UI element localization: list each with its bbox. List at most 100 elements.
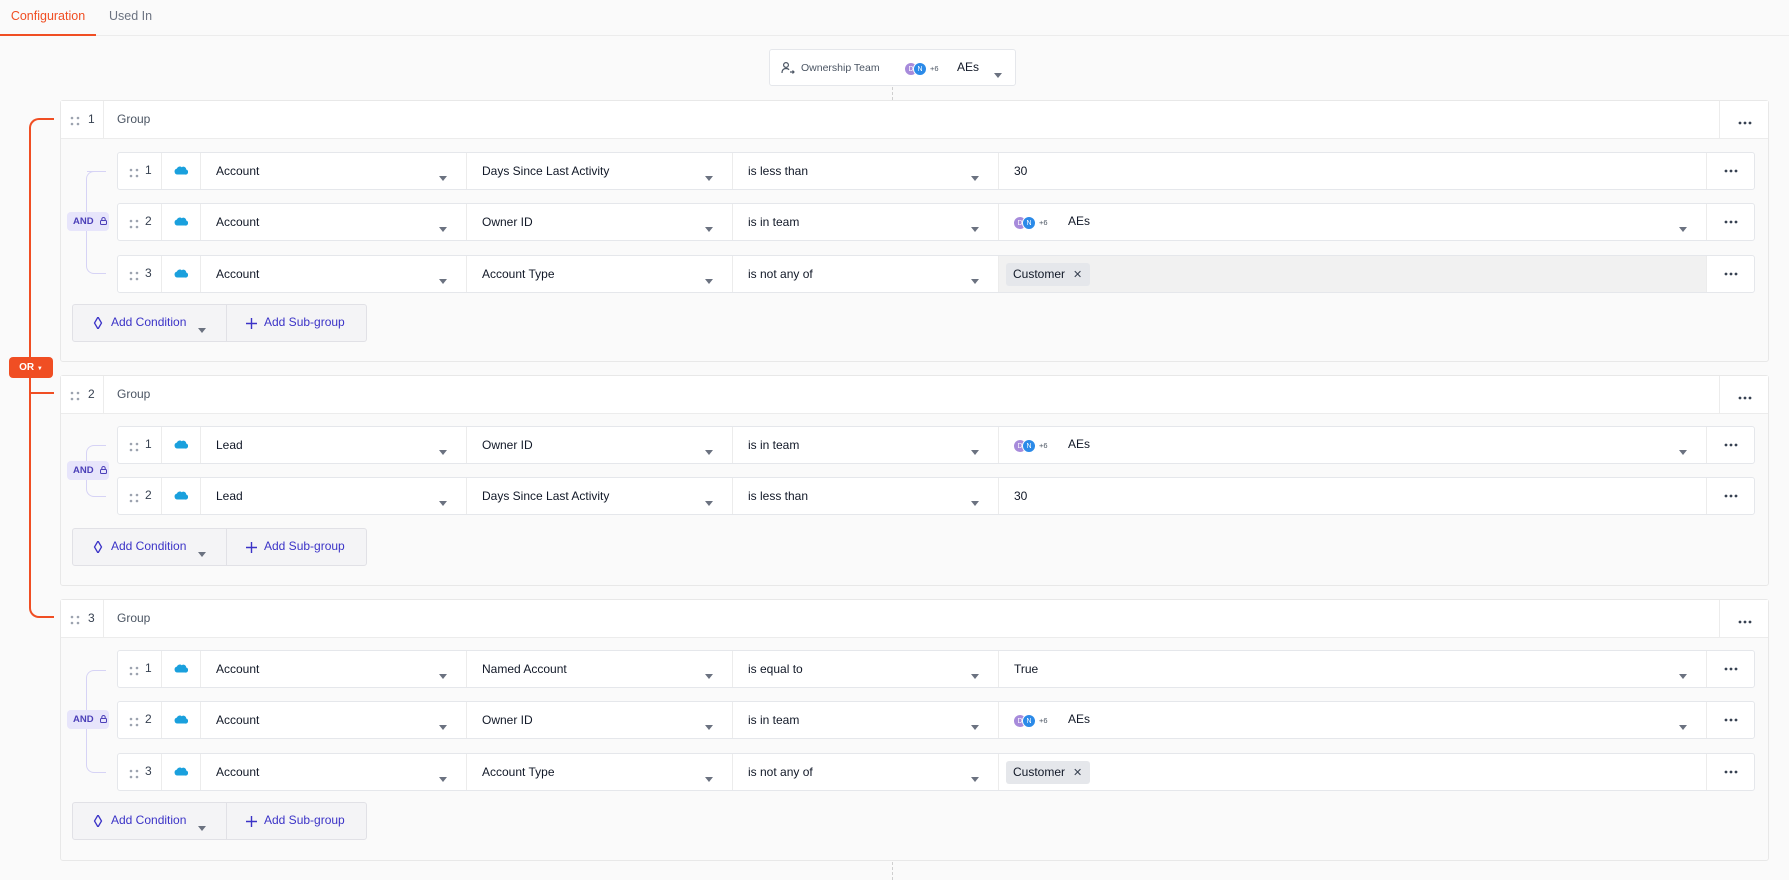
team-value-select[interactable]: D N +6 AEs xyxy=(999,702,1707,738)
object-select[interactable]: Account xyxy=(201,204,467,240)
row-drag[interactable]: 1 xyxy=(118,651,162,687)
ownership-team-select[interactable]: Ownership Team D N +6 AEs xyxy=(769,49,1016,86)
drag-handle-icon[interactable] xyxy=(129,664,139,679)
value-select[interactable]: True xyxy=(999,651,1707,687)
drag-handle-icon[interactable] xyxy=(70,114,80,129)
multi-value-input[interactable]: Customer ✕ xyxy=(999,256,1707,292)
object-select[interactable]: Account xyxy=(201,651,467,687)
add-condition-button[interactable]: Add Condition xyxy=(73,529,227,565)
row-more-button[interactable] xyxy=(1707,256,1754,292)
operator-select[interactable]: is equal to xyxy=(733,651,999,687)
field-select[interactable]: Account Type xyxy=(467,256,733,292)
more-options-icon[interactable] xyxy=(1738,113,1752,128)
operator-select[interactable]: is in team xyxy=(733,204,999,240)
divider xyxy=(103,600,104,637)
and-toggle-button[interactable]: AND xyxy=(67,710,109,729)
and-toggle-button[interactable]: AND xyxy=(67,212,109,231)
chevron-down-icon xyxy=(1679,667,1687,682)
object-value: Account xyxy=(216,215,260,229)
add-condition-button[interactable]: Add Condition xyxy=(73,305,227,341)
field-value: Named Account xyxy=(482,662,567,676)
team-value-select[interactable]: D N +6 AEs xyxy=(999,427,1707,463)
close-icon[interactable]: ✕ xyxy=(1073,767,1082,779)
field-select[interactable]: Days Since Last Activity xyxy=(467,478,733,514)
operator-select[interactable]: is less than xyxy=(733,153,999,189)
or-label: OR xyxy=(19,362,35,373)
object-select[interactable]: Account xyxy=(201,754,467,790)
chevron-down-icon xyxy=(971,443,979,458)
row-drag[interactable]: 2 xyxy=(118,702,162,738)
row-number: 2 xyxy=(145,712,152,726)
divider xyxy=(1719,101,1720,138)
value-input[interactable]: 30 xyxy=(999,153,1707,189)
add-condition-button[interactable]: Add Condition xyxy=(73,803,227,839)
close-icon[interactable]: ✕ xyxy=(1073,269,1082,281)
row-more-button[interactable] xyxy=(1707,754,1754,790)
more-options-icon[interactable] xyxy=(1738,388,1752,403)
row-drag[interactable]: 2 xyxy=(118,204,162,240)
and-toggle-button[interactable]: AND xyxy=(67,461,109,480)
row-drag[interactable]: 1 xyxy=(118,153,162,189)
drag-handle-icon[interactable] xyxy=(70,613,80,628)
drag-handle-icon[interactable] xyxy=(129,767,139,782)
field-select[interactable]: Owner ID xyxy=(467,204,733,240)
operator-select[interactable]: is less than xyxy=(733,478,999,514)
row-more-button[interactable] xyxy=(1707,153,1754,189)
row-drag[interactable]: 1 xyxy=(118,427,162,463)
chevron-down-icon xyxy=(705,220,713,235)
team-avatars: D N +6 xyxy=(1013,437,1051,453)
object-value: Account xyxy=(216,765,260,779)
object-select[interactable]: Lead xyxy=(201,478,467,514)
drag-handle-icon[interactable] xyxy=(129,269,139,284)
row-drag[interactable]: 2 xyxy=(118,478,162,514)
row-more-button[interactable] xyxy=(1707,427,1754,463)
field-select[interactable]: Account Type xyxy=(467,754,733,790)
chevron-down-icon xyxy=(971,494,979,509)
avatar-more-count: +6 xyxy=(927,61,942,76)
field-select[interactable]: Owner ID xyxy=(467,702,733,738)
row-drag[interactable]: 3 xyxy=(118,754,162,790)
object-select[interactable]: Account xyxy=(201,702,467,738)
row-drag[interactable]: 3 xyxy=(118,256,162,292)
chip-label: Customer xyxy=(1013,267,1066,281)
field-value: Days Since Last Activity xyxy=(482,164,610,178)
source-cell xyxy=(162,153,201,189)
object-select[interactable]: Lead xyxy=(201,427,467,463)
add-condition-label: Add Condition xyxy=(111,315,187,329)
field-select[interactable]: Days Since Last Activity xyxy=(467,153,733,189)
tab-configuration[interactable]: Configuration xyxy=(0,0,96,36)
operator-select[interactable]: is in team xyxy=(733,702,999,738)
multi-value-input[interactable]: Customer ✕ xyxy=(999,754,1707,790)
operator-select[interactable]: is not any of xyxy=(733,256,999,292)
chevron-down-icon xyxy=(705,494,713,509)
drag-handle-icon[interactable] xyxy=(70,389,80,404)
row-more-button[interactable] xyxy=(1707,702,1754,738)
add-subgroup-button[interactable]: Add Sub-group xyxy=(227,529,367,565)
drag-handle-icon[interactable] xyxy=(129,491,139,506)
connector-line xyxy=(892,87,893,100)
operator-select[interactable]: is in team xyxy=(733,427,999,463)
condition-row: 1 Account Named Account is equal to True xyxy=(117,650,1755,688)
drag-handle-icon[interactable] xyxy=(129,166,139,181)
or-toggle-button[interactable]: OR ▼ xyxy=(9,357,53,378)
more-options-icon xyxy=(1724,770,1738,774)
field-select[interactable]: Owner ID xyxy=(467,427,733,463)
row-more-button[interactable] xyxy=(1707,204,1754,240)
object-select[interactable]: Account xyxy=(201,153,467,189)
row-more-button[interactable] xyxy=(1707,651,1754,687)
chevron-down-icon xyxy=(705,718,713,733)
add-subgroup-button[interactable]: Add Sub-group xyxy=(227,803,367,839)
row-more-button[interactable] xyxy=(1707,478,1754,514)
operator-select[interactable]: is not any of xyxy=(733,754,999,790)
team-value-select[interactable]: D N +6 AEs xyxy=(999,204,1707,240)
value-input[interactable]: 30 xyxy=(999,478,1707,514)
drag-handle-icon[interactable] xyxy=(129,440,139,455)
object-select[interactable]: Account xyxy=(201,256,467,292)
drag-handle-icon[interactable] xyxy=(129,217,139,232)
drag-handle-icon[interactable] xyxy=(129,715,139,730)
add-subgroup-button[interactable]: Add Sub-group xyxy=(227,305,367,341)
more-options-icon[interactable] xyxy=(1738,612,1752,627)
field-select[interactable]: Named Account xyxy=(467,651,733,687)
condition-group: 2 Group AND 1 Lead Owner ID is in team D… xyxy=(60,375,1769,586)
tab-used-in[interactable]: Used In xyxy=(109,0,152,36)
